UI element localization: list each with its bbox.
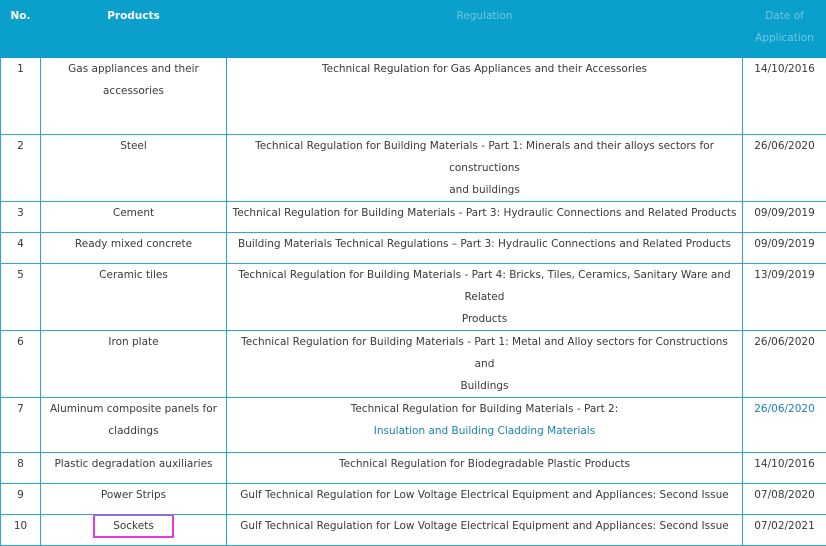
row-regulation: Technical Regulation for Building Materi… [227,331,743,398]
table-row: 8 Plastic degradation auxiliaries Techni… [1,453,826,484]
table-header-row: No. Products Regulation Date of Applicati… [1,1,826,58]
header-regulation: Regulation [227,1,743,58]
row-no: 4 [1,233,41,264]
header-date: Date of Application [743,1,826,58]
row-date: 26/06/2020 [743,135,826,202]
row-date: 26/06/2020 [743,331,826,398]
row-product: Cement [41,202,227,233]
row-product: Steel [41,135,227,202]
row-no: 8 [1,453,41,484]
row-no: 10 [1,515,41,546]
row-no: 6 [1,331,41,398]
header-no: No. [1,1,41,58]
table-row: 5 Ceramic tiles Technical Regulation for… [1,264,826,331]
row-regulation: Technical Regulation for Building Materi… [227,398,743,453]
row-product: Power Strips [41,484,227,515]
row-regulation: Gulf Technical Regulation for Low Voltag… [227,515,743,546]
highlighted-product-sockets[interactable]: Sockets [93,515,174,539]
regulation-line2: Products [462,313,507,325]
row-date: 14/10/2016 [743,453,826,484]
table-row: 4 Ready mixed concrete Building Material… [1,233,826,264]
row-product: Sockets [41,515,227,546]
row-no: 5 [1,264,41,331]
header-date-line1: Date of [765,10,804,22]
row-date-link[interactable]: 26/06/2020 [743,398,826,453]
row-product: Aluminum composite panels for claddings [41,398,227,453]
row-no: 7 [1,398,41,453]
row-product: Ready mixed concrete [41,233,227,264]
product-line1: Aluminum composite panels for [50,403,217,415]
row-date: 09/09/2019 [743,202,826,233]
product-line1: Gas appliances and their [68,63,199,75]
row-product: Gas appliances and their accessories [41,58,227,135]
table-row: 10 Sockets Gulf Technical Regulation for… [1,515,826,546]
row-regulation: Technical Regulation for Building Materi… [227,135,743,202]
row-regulation: Technical Regulation for Biodegradable P… [227,453,743,484]
regulation-line1: Technical Regulation for Building Materi… [241,336,728,370]
row-date: 13/09/2019 [743,264,826,331]
row-regulation: Building Materials Technical Regulations… [227,233,743,264]
regulation-line1: Technical Regulation for Building Materi… [238,269,730,303]
row-regulation: Gulf Technical Regulation for Low Voltag… [227,484,743,515]
row-regulation: Technical Regulation for Building Materi… [227,202,743,233]
row-date: 14/10/2016 [743,58,826,135]
header-date-line2: Application [755,32,814,44]
header-products: Products [41,1,227,58]
regulation-line1: Technical Regulation for Building Materi… [255,140,714,174]
row-date: 07/08/2020 [743,484,826,515]
table-row: 3 Cement Technical Regulation for Buildi… [1,202,826,233]
row-no: 3 [1,202,41,233]
row-product: Iron plate [41,331,227,398]
product-line2: accessories [103,85,164,97]
row-regulation: Technical Regulation for Building Materi… [227,264,743,331]
table-row: 1 Gas appliances and their accessories Te… [1,58,826,135]
row-date: 09/09/2019 [743,233,826,264]
row-no: 9 [1,484,41,515]
table-row: 7 Aluminum composite panels for claddings… [1,398,826,453]
regulation-link[interactable]: Insulation and Building Cladding Materia… [374,425,595,437]
regulation-line1: Technical Regulation for Building Materi… [351,403,619,415]
regulations-table: No. Products Regulation Date of Applicati… [0,0,826,546]
regulation-line2: and buildings [449,184,520,196]
row-no: 1 [1,58,41,135]
row-date: 07/02/2021 [743,515,826,546]
table-row: 6 Iron plate Technical Regulation for Bu… [1,331,826,398]
row-no: 2 [1,135,41,202]
row-regulation: Technical Regulation for Gas Appliances … [227,58,743,135]
product-line2: claddings [108,425,158,437]
table-row: 9 Power Strips Gulf Technical Regulation… [1,484,826,515]
row-product: Ceramic tiles [41,264,227,331]
regulation-line2: Buildings [460,380,508,392]
row-product: Plastic degradation auxiliaries [41,453,227,484]
table-row: 2 Steel Technical Regulation for Buildin… [1,135,826,202]
